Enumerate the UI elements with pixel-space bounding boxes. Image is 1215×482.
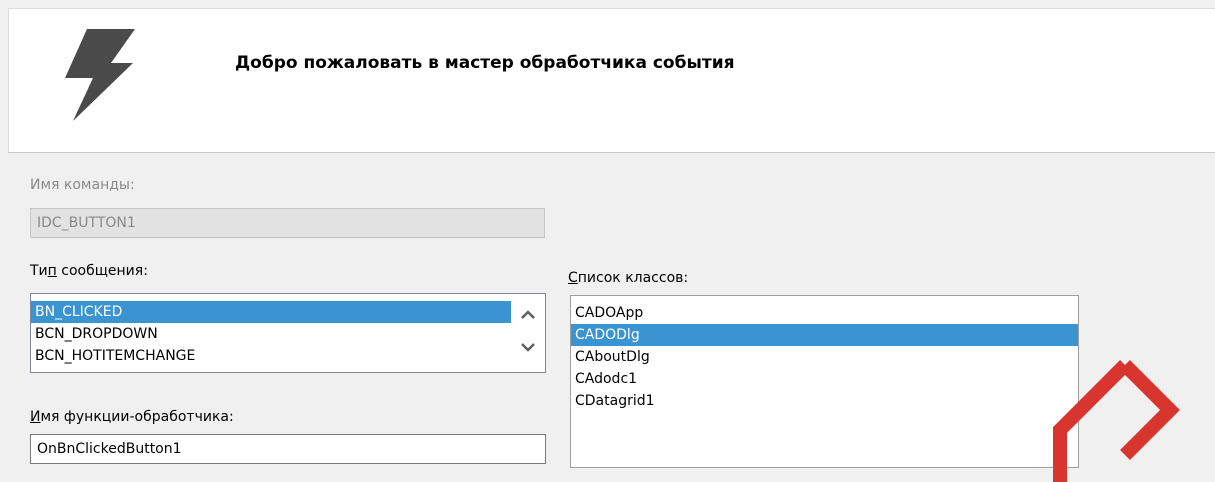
- page-title: Добро пожаловать в мастер обработчика со…: [235, 53, 735, 73]
- message-type-label-suffix: сообщения:: [56, 263, 148, 279]
- message-type-item[interactable]: BCN_DROPDOWN: [31, 323, 511, 345]
- class-list-item[interactable]: CAboutDlg: [571, 346, 1078, 368]
- class-list-item[interactable]: CAdodc1: [571, 368, 1078, 390]
- command-name-field: IDC_BUTTON1: [30, 208, 545, 238]
- scroll-down-button[interactable]: [511, 332, 545, 362]
- command-name-label: Имя команды:: [30, 177, 135, 193]
- message-type-label-prefix: Ти: [30, 263, 48, 279]
- handler-name-label-suffix: мя функции-обработчика:: [40, 409, 234, 425]
- class-list-item[interactable]: CADOApp: [571, 302, 1078, 324]
- message-type-label: Тип сообщения:: [30, 263, 148, 279]
- chevron-up-icon: [521, 310, 535, 319]
- lightning-bolt-icon: [65, 29, 135, 121]
- class-list-label-suffix: писок классов:: [577, 270, 689, 286]
- handler-name-label-mnemonic: И: [30, 409, 41, 425]
- class-list-label: Список классов:: [568, 270, 688, 286]
- class-list-item[interactable]: CADODlg: [571, 324, 1078, 346]
- message-type-listbox[interactable]: BN_CLICKED BCN_DROPDOWN BCN_HOTITEMCHANG…: [30, 293, 546, 373]
- chevron-down-icon: [521, 343, 535, 352]
- scroll-up-button[interactable]: [511, 300, 545, 330]
- message-type-scrollbar[interactable]: [511, 294, 545, 372]
- message-type-item[interactable]: BN_CLICKED: [31, 301, 511, 323]
- class-list-label-mnemonic: С: [568, 270, 578, 286]
- class-list-item[interactable]: CDatagrid1: [571, 390, 1078, 412]
- wizard-header: Добро пожаловать в мастер обработчика со…: [8, 8, 1215, 153]
- message-type-label-mnemonic: п: [47, 263, 57, 279]
- handler-name-label: Имя функции-обработчика:: [30, 409, 234, 425]
- class-listbox[interactable]: CADOApp CADODlg CAboutDlg CAdodc1 CDatag…: [570, 295, 1079, 468]
- handler-name-input[interactable]: OnBnClickedButton1: [30, 434, 546, 464]
- message-type-item[interactable]: BCN_HOTITEMCHANGE: [31, 345, 511, 367]
